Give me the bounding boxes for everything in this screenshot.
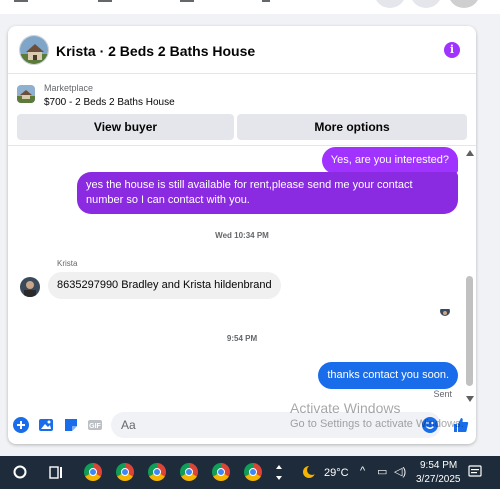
sender-name: Krista [57, 259, 78, 268]
listing-title[interactable]: $700 - 2 Beds 2 Baths House [44, 97, 175, 108]
sender-avatar[interactable] [20, 277, 40, 297]
menu-button[interactable] [374, 0, 406, 8]
more-options-button[interactable]: More options [237, 114, 467, 140]
notification-icon[interactable] [466, 456, 484, 489]
message-scrollbar[interactable] [464, 146, 476, 408]
network-icon[interactable]: ▭ [377, 465, 387, 478]
activate-windows-subtitle: Go to Settings to activate Windows. [290, 418, 464, 430]
listing-avatar[interactable] [19, 35, 49, 65]
chat-window: Krista · 2 Beds 2 Baths House i Marketpl… [8, 26, 476, 444]
photo-icon[interactable] [38, 417, 54, 433]
sent-status: Sent [433, 389, 452, 399]
scroll-up-arrow-icon[interactable] [466, 150, 474, 156]
chrome-taskbar-icon[interactable] [116, 463, 134, 481]
weather-icon[interactable] [298, 456, 320, 489]
weather-temperature[interactable]: 29°C [324, 467, 349, 479]
gif-icon[interactable]: GIF [87, 417, 103, 433]
message-list: Yes, are you interested? yes the house i… [8, 146, 476, 408]
chrome-taskbar-icon[interactable] [212, 463, 230, 481]
message-outgoing[interactable]: Yes, are you interested? [321, 147, 458, 174]
top-nav-strip [0, 0, 500, 14]
chevron-up-icon[interactable]: ^ [360, 465, 365, 477]
message-outgoing[interactable]: thanks contact you soon. [318, 362, 458, 389]
windows-taskbar: 29°C ^ ▭ ◁) 9:54 PM 3/27/2025 [0, 456, 500, 489]
listing-thumbnail[interactable] [17, 85, 35, 103]
clock-date[interactable]: 3/27/2025 [416, 474, 461, 485]
scroll-down-arrow-icon[interactable] [466, 396, 474, 402]
info-icon[interactable]: i [444, 42, 460, 58]
chat-title: Krista · 2 Beds 2 Baths House [56, 43, 256, 59]
nav-icon[interactable] [262, 0, 270, 2]
chat-header: Krista · 2 Beds 2 Baths House i [8, 26, 476, 74]
nav-icon[interactable] [14, 0, 28, 2]
profile-avatar[interactable] [448, 0, 480, 8]
timestamp: Wed 10:34 PM [215, 231, 269, 240]
clock-time[interactable]: 9:54 PM [420, 460, 457, 471]
chrome-taskbar-icon[interactable] [148, 463, 166, 481]
nav-icon[interactable] [180, 0, 194, 2]
search-button[interactable] [8, 456, 32, 489]
sticker-icon[interactable] [63, 417, 79, 433]
scroll-thumb[interactable] [466, 276, 473, 386]
marketplace-panel: Marketplace $700 - 2 Beds 2 Baths House … [8, 74, 476, 146]
marketplace-label: Marketplace [44, 83, 94, 93]
message-outgoing[interactable]: yes the house is still available for ren… [77, 172, 458, 214]
seen-indicator-avatar [440, 306, 450, 316]
plus-icon[interactable] [13, 417, 29, 433]
volume-icon[interactable]: ◁) [394, 465, 406, 478]
chrome-taskbar-icon[interactable] [244, 463, 262, 481]
nav-icon[interactable] [98, 0, 112, 2]
chrome-taskbar-icon[interactable] [84, 463, 102, 481]
task-view-icon[interactable] [44, 456, 68, 489]
activate-windows-title: Activate Windows [290, 400, 401, 416]
svg-text:GIF: GIF [89, 423, 101, 430]
taskbar-scroll-arrows[interactable] [274, 456, 284, 489]
timestamp: 9:54 PM [226, 334, 258, 343]
message-incoming[interactable]: 8635297990 Bradley and Krista hildenbran… [48, 272, 281, 299]
chrome-taskbar-icon[interactable] [180, 463, 198, 481]
view-buyer-button[interactable]: View buyer [17, 114, 234, 140]
messenger-button[interactable] [410, 0, 442, 8]
